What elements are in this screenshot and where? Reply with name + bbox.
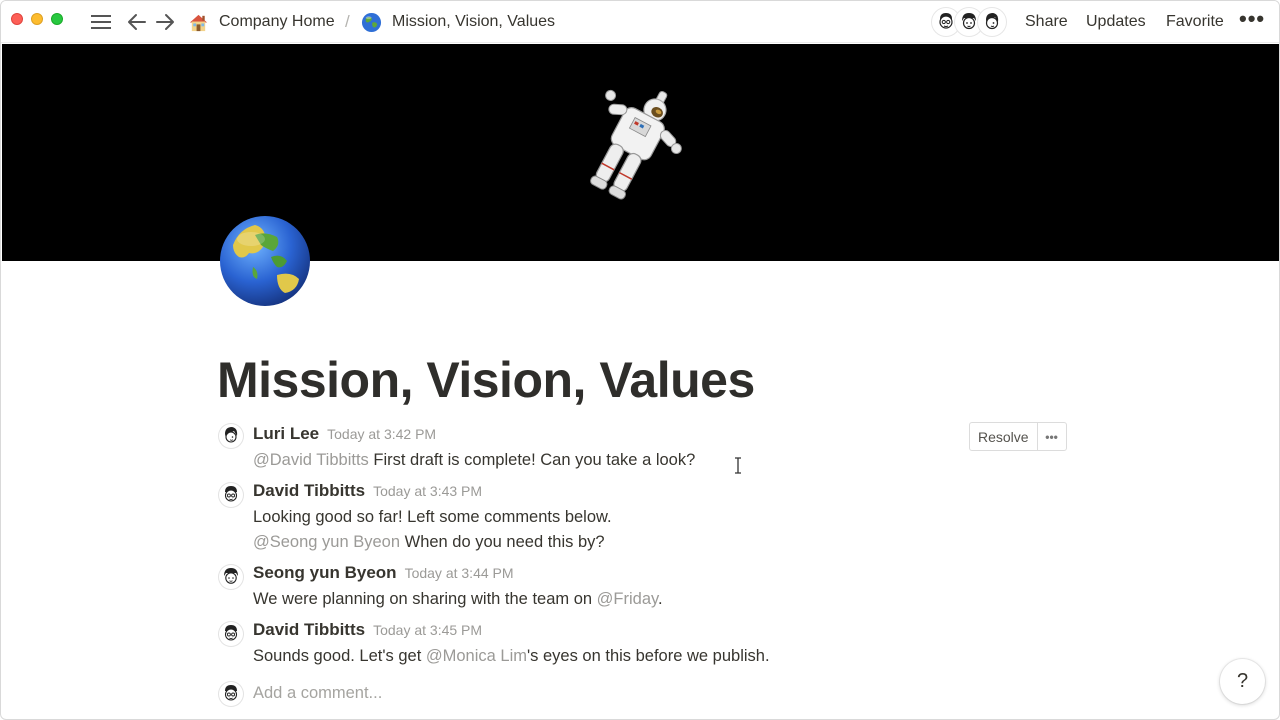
text-cursor-icon: [735, 457, 741, 474]
astronaut-image: [590, 89, 682, 200]
comment-timestamp: Today at 3:43 PM: [373, 483, 483, 499]
comment-header: Seong yun Byeon Today at 3:44 PM: [253, 563, 514, 585]
page-cover[interactable]: [2, 44, 1279, 261]
comment-author: Seong yun Byeon: [253, 563, 397, 582]
title-bar: Company Home / Mission, Vision, Values S…: [1, 1, 1279, 43]
comment-header: David Tibbitts Today at 3:45 PM: [253, 620, 482, 642]
house-emoji-icon: [189, 14, 208, 31]
mention-link[interactable]: @David Tibbitts: [253, 451, 369, 469]
hamburger-icon: [91, 15, 111, 29]
app-window: Company Home / Mission, Vision, Values S…: [0, 0, 1280, 720]
comment-text: Looking good so far! Left some comments …: [253, 508, 612, 526]
comment-body: We were planning on sharing with the tea…: [253, 588, 663, 610]
help-button[interactable]: ?: [1220, 659, 1265, 704]
arrow-right-icon: [156, 14, 174, 30]
comment-timestamp: Today at 3:42 PM: [327, 426, 437, 442]
minimize-window-button[interactable]: [31, 13, 43, 25]
comment-author: David Tibbitts: [253, 481, 366, 500]
comment-body: @Seong yun Byeon When do you need this b…: [253, 531, 605, 553]
avatar: [219, 565, 243, 589]
comment-actions: Resolve •••: [969, 422, 1067, 451]
person-sketch-icon: [224, 685, 238, 701]
avatar: [219, 424, 243, 448]
close-window-button[interactable]: [11, 13, 23, 25]
updates-button[interactable]: Updates: [1086, 1, 1146, 43]
arrow-left-icon: [128, 14, 146, 30]
person-sketch-icon: [224, 486, 238, 502]
comment-text: .: [658, 590, 663, 608]
comment-author: David Tibbitts: [253, 620, 366, 639]
sidebar-toggle-button[interactable]: [89, 10, 113, 34]
comment-text: When do you need this by?: [400, 533, 605, 551]
forward-button[interactable]: [153, 10, 177, 34]
more-options-button[interactable]: •••: [1239, 1, 1265, 40]
page-icon-globe[interactable]: [219, 215, 311, 307]
collaborator-avatar[interactable]: [978, 8, 1006, 36]
globe-emoji-icon: [361, 12, 382, 32]
share-button[interactable]: Share: [1025, 1, 1068, 43]
comment-text: We were planning on sharing with the tea…: [253, 590, 597, 608]
current-user-avatar: [219, 682, 243, 706]
comment-header: David Tibbitts Today at 3:43 PM: [253, 481, 482, 503]
comment-author: Luri Lee: [253, 424, 320, 443]
person-sketch-icon: [985, 13, 999, 30]
mention-link[interactable]: @Monica Lim: [426, 647, 527, 665]
favorite-button[interactable]: Favorite: [1166, 1, 1224, 43]
page-title[interactable]: Mission, Vision, Values: [217, 350, 755, 410]
comment-timestamp: Today at 3:44 PM: [404, 565, 514, 581]
person-sketch-icon: [224, 568, 238, 584]
breadcrumb-page-label: Mission, Vision, Values: [392, 13, 556, 30]
person-sketch-icon: [225, 427, 238, 443]
comment-timestamp: Today at 3:45 PM: [373, 622, 483, 638]
comment-more-button[interactable]: •••: [1038, 423, 1066, 450]
mention-link[interactable]: @Seong yun Byeon: [253, 533, 400, 551]
breadcrumb-home-label: Company Home: [219, 13, 335, 30]
comment-header: Luri Lee Today at 3:42 PM: [253, 424, 436, 446]
resolve-button[interactable]: Resolve: [970, 423, 1038, 450]
comment-body: Sounds good. Let's get @Monica Lim's eye…: [253, 645, 770, 667]
person-sketch-icon: [224, 625, 238, 641]
avatar: [219, 622, 243, 646]
mention-link[interactable]: @Friday: [597, 590, 658, 608]
comment-text: 's eyes on this before we publish.: [527, 647, 770, 665]
add-comment-input[interactable]: Add a comment...: [253, 682, 382, 704]
avatar: [219, 483, 243, 507]
breadcrumb-home[interactable]: Company Home: [188, 1, 335, 43]
zoom-window-button[interactable]: [51, 13, 63, 25]
comment-body: @David Tibbitts First draft is complete!…: [253, 449, 695, 471]
comment-text: First draft is complete! Can you take a …: [368, 451, 696, 469]
back-button[interactable]: [125, 10, 149, 34]
breadcrumb-separator: /: [345, 12, 350, 31]
comment-body: Looking good so far! Left some comments …: [253, 506, 612, 528]
comment-text: Sounds good. Let's get: [253, 647, 426, 665]
collaborator-avatars[interactable]: [932, 8, 1006, 36]
breadcrumb-current-page[interactable]: Mission, Vision, Values: [361, 1, 555, 43]
